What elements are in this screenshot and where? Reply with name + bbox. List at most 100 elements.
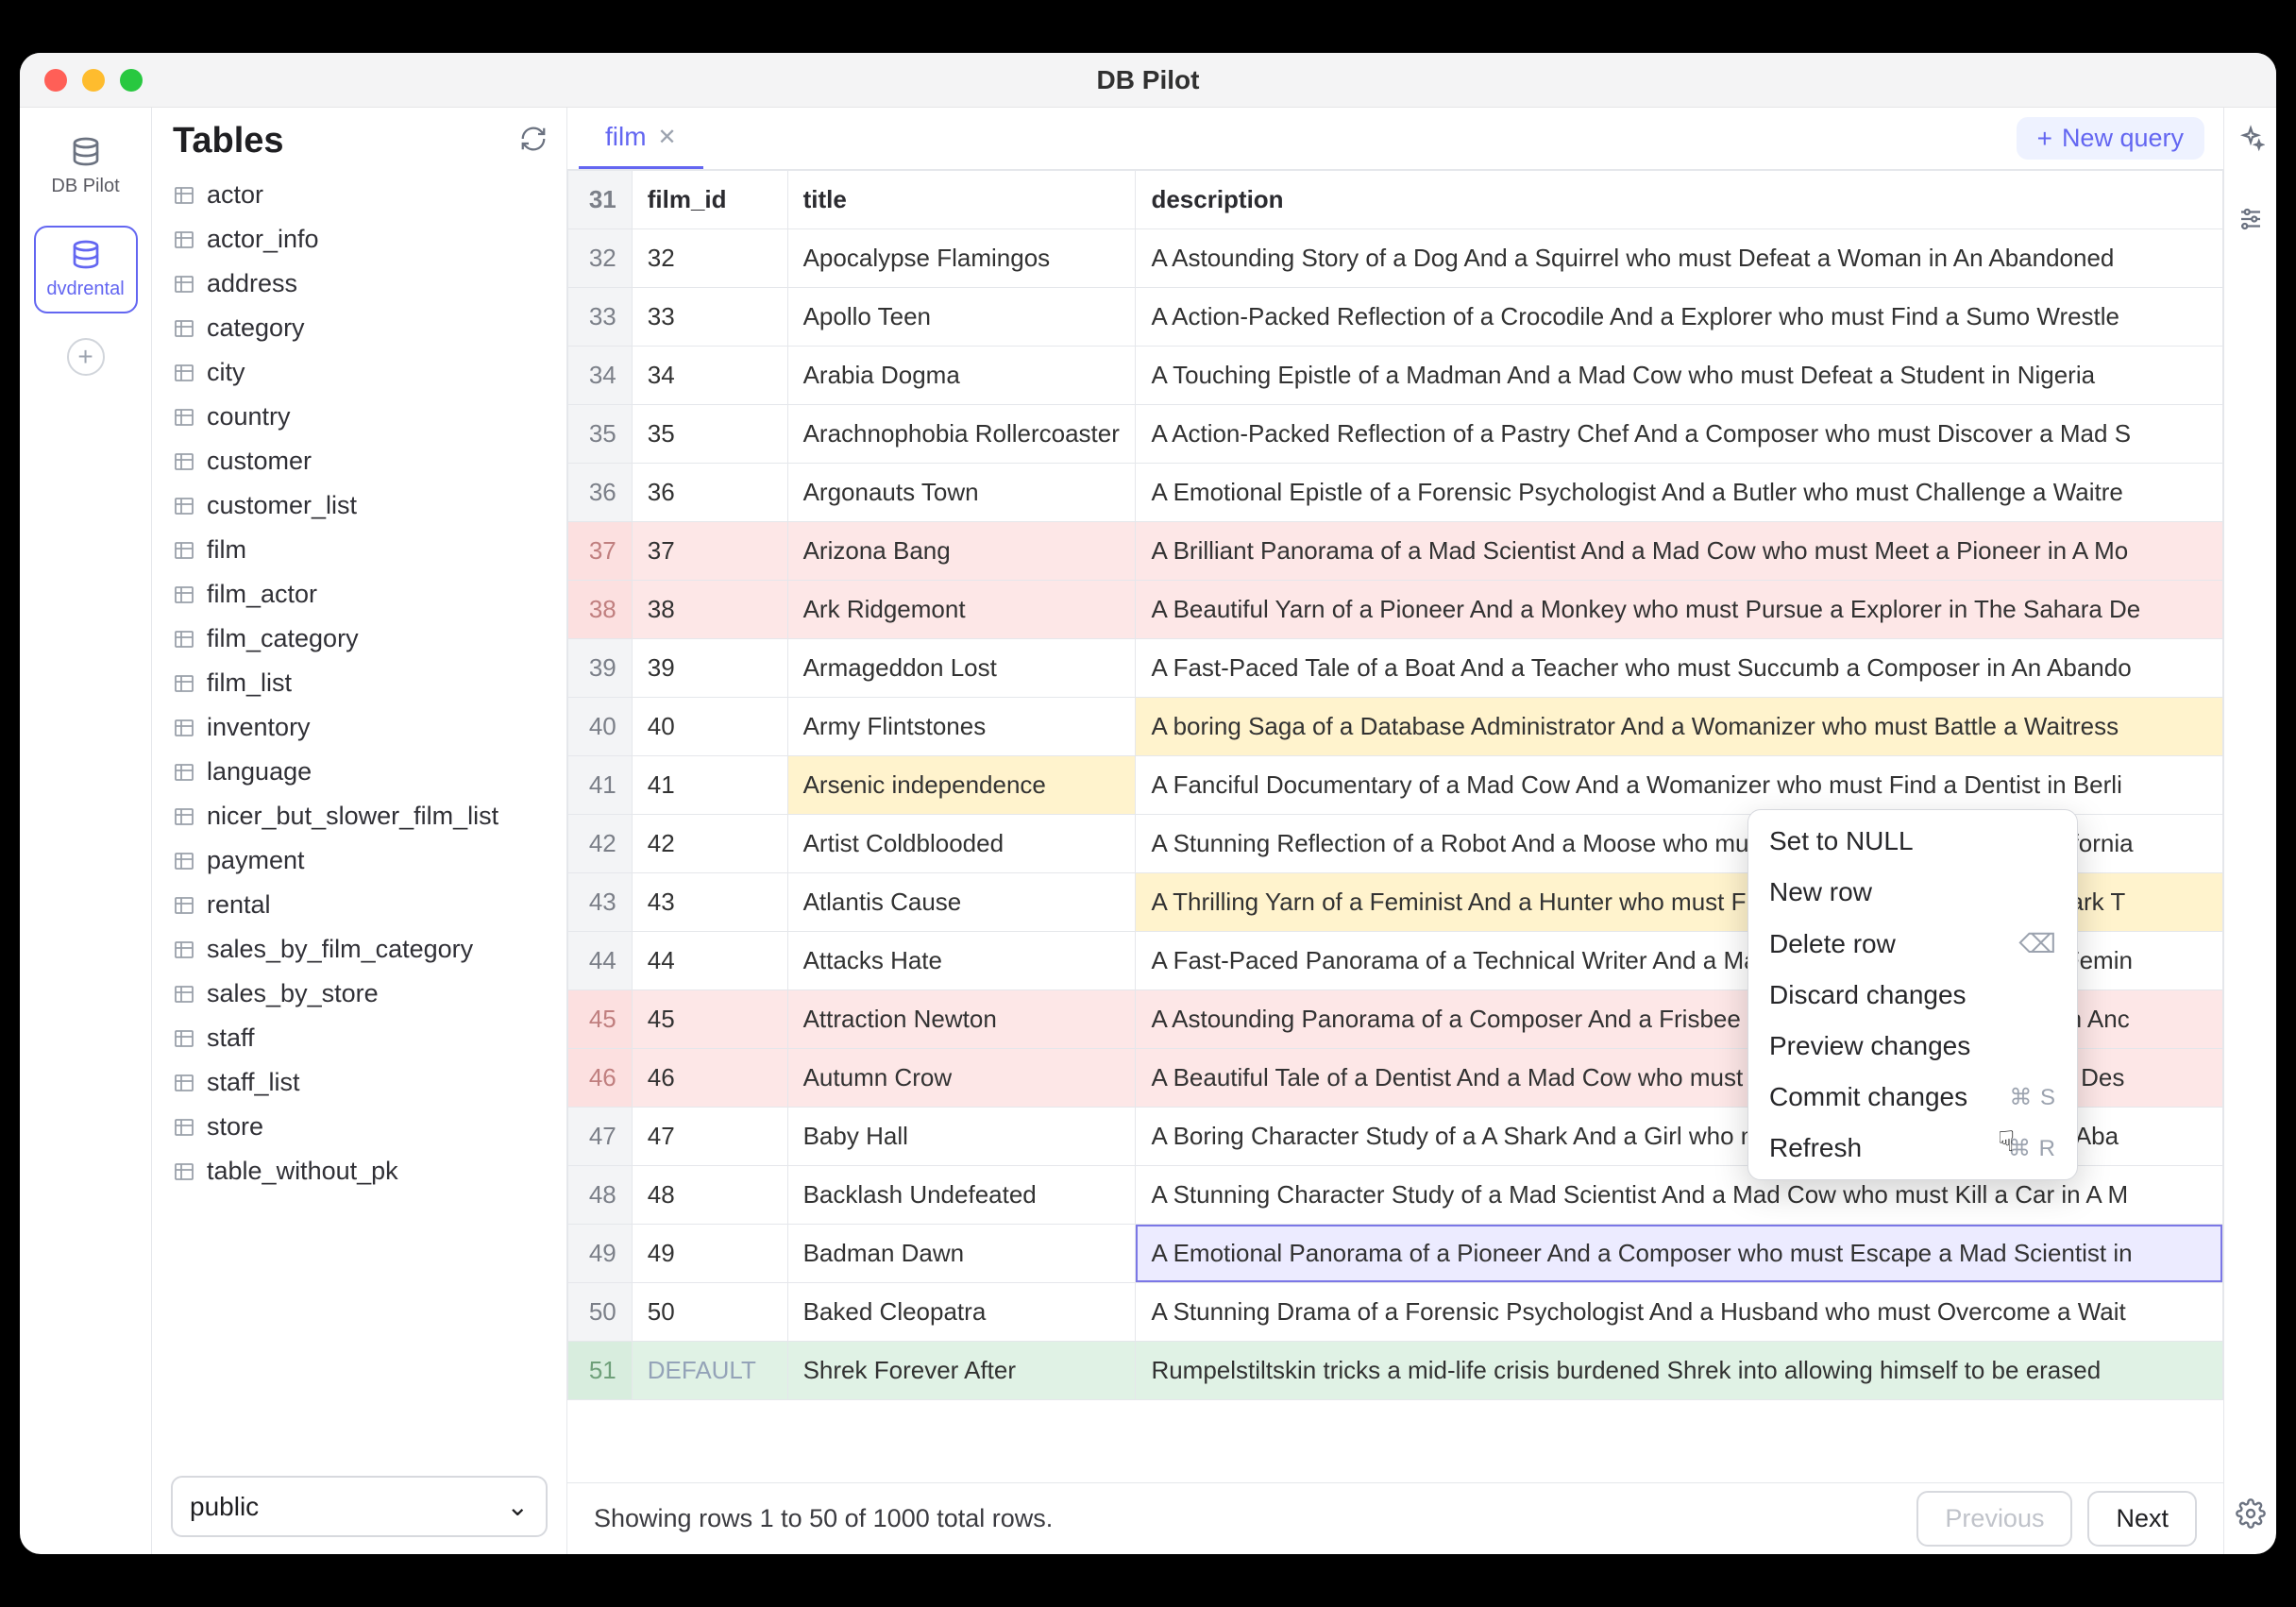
header-title[interactable]: title xyxy=(787,171,1136,229)
cell-description[interactable]: A Fast-Paced Tale of a Boat And a Teache… xyxy=(1136,639,2223,698)
table-item-customer[interactable]: customer xyxy=(152,439,566,483)
cell-description[interactable]: A Astounding Story of a Dog And a Squirr… xyxy=(1136,229,2223,288)
table-row[interactable]: 51DEFAULTShrek Forever AfterRumpelstilts… xyxy=(568,1342,2223,1400)
header-description[interactable]: description xyxy=(1136,171,2223,229)
table-row[interactable]: 4141Arsenic independenceA Fanciful Docum… xyxy=(568,756,2223,815)
cell-film-id[interactable]: DEFAULT xyxy=(632,1342,787,1400)
cell-title[interactable]: Arabia Dogma xyxy=(787,347,1136,405)
cell-description[interactable]: A Brilliant Panorama of a Mad Scientist … xyxy=(1136,522,2223,581)
next-button[interactable]: Next xyxy=(2087,1491,2197,1547)
rail-add-button[interactable]: + xyxy=(67,338,105,376)
table-item-film_category[interactable]: film_category xyxy=(152,617,566,661)
rail-app-button[interactable]: DB Pilot xyxy=(34,125,138,209)
table-item-address[interactable]: address xyxy=(152,262,566,306)
cell-film-id[interactable]: 33 xyxy=(632,288,787,347)
table-item-payment[interactable]: payment xyxy=(152,838,566,883)
cell-title[interactable]: Argonauts Town xyxy=(787,464,1136,522)
table-item-table_without_pk[interactable]: table_without_pk xyxy=(152,1149,566,1193)
cell-film-id[interactable]: 48 xyxy=(632,1166,787,1225)
table-row[interactable]: 3737Arizona BangA Brilliant Panorama of … xyxy=(568,522,2223,581)
table-item-customer_list[interactable]: customer_list xyxy=(152,483,566,528)
rail-db-button[interactable]: dvdrental xyxy=(34,226,138,313)
tab-film[interactable]: film ✕ xyxy=(579,108,703,169)
table-item-actor_info[interactable]: actor_info xyxy=(152,217,566,262)
cell-film-id[interactable]: 37 xyxy=(632,522,787,581)
cell-film-id[interactable]: 35 xyxy=(632,405,787,464)
cell-title[interactable]: Baby Hall xyxy=(787,1108,1136,1166)
ctx-new-row[interactable]: New row xyxy=(1748,867,2077,918)
table-item-sales_by_film_category[interactable]: sales_by_film_category xyxy=(152,927,566,972)
ctx-commit[interactable]: Commit changes ⌘ S xyxy=(1748,1072,2077,1123)
cell-film-id[interactable]: 47 xyxy=(632,1108,787,1166)
cell-title[interactable]: Apocalypse Flamingos xyxy=(787,229,1136,288)
table-item-film_list[interactable]: film_list xyxy=(152,661,566,705)
table-row[interactable]: 3939Armageddon LostA Fast-Paced Tale of … xyxy=(568,639,2223,698)
cell-description[interactable]: Rumpelstiltskin tricks a mid-life crisis… xyxy=(1136,1342,2223,1400)
table-item-city[interactable]: city xyxy=(152,350,566,395)
cell-film-id[interactable]: 46 xyxy=(632,1049,787,1108)
cell-title[interactable]: Badman Dawn xyxy=(787,1225,1136,1283)
table-row[interactable]: 4949Badman DawnA Emotional Panorama of a… xyxy=(568,1225,2223,1283)
table-item-language[interactable]: language xyxy=(152,750,566,794)
table-item-store[interactable]: store xyxy=(152,1105,566,1149)
table-item-staff[interactable]: staff xyxy=(152,1016,566,1060)
cell-title[interactable]: Armageddon Lost xyxy=(787,639,1136,698)
cell-title[interactable]: Apollo Teen xyxy=(787,288,1136,347)
cell-description[interactable]: A Touching Epistle of a Madman And a Mad… xyxy=(1136,347,2223,405)
table-row[interactable]: 3333Apollo TeenA Action-Packed Reflectio… xyxy=(568,288,2223,347)
previous-button[interactable]: Previous xyxy=(1916,1491,2072,1547)
cell-title[interactable]: Army Flintstones xyxy=(787,698,1136,756)
cell-description[interactable]: A Action-Packed Reflection of a Crocodil… xyxy=(1136,288,2223,347)
cell-description[interactable]: A Beautiful Yarn of a Pioneer And a Monk… xyxy=(1136,581,2223,639)
cell-title[interactable]: Autumn Crow xyxy=(787,1049,1136,1108)
cell-description[interactable]: A Emotional Epistle of a Forensic Psycho… xyxy=(1136,464,2223,522)
table-row[interactable]: 3434Arabia DogmaA Touching Epistle of a … xyxy=(568,347,2223,405)
table-item-actor[interactable]: actor xyxy=(152,173,566,217)
table-row[interactable]: 3838Ark RidgemontA Beautiful Yarn of a P… xyxy=(568,581,2223,639)
refresh-tables-button[interactable] xyxy=(519,125,548,158)
table-row[interactable]: 5050Baked CleopatraA Stunning Drama of a… xyxy=(568,1283,2223,1342)
table-item-rental[interactable]: rental xyxy=(152,883,566,927)
cell-film-id[interactable]: 32 xyxy=(632,229,787,288)
ctx-delete-row[interactable]: Delete row ⌫ xyxy=(1748,918,2077,970)
table-row[interactable]: 3232Apocalypse FlamingosA Astounding Sto… xyxy=(568,229,2223,288)
cell-title[interactable]: Arizona Bang xyxy=(787,522,1136,581)
table-item-film[interactable]: film xyxy=(152,528,566,572)
cell-title[interactable]: Artist Coldblooded xyxy=(787,815,1136,873)
ctx-preview[interactable]: Preview changes xyxy=(1748,1021,2077,1072)
cell-title[interactable]: Shrek Forever After xyxy=(787,1342,1136,1400)
table-row[interactable]: 4040Army FlintstonesA boring Saga of a D… xyxy=(568,698,2223,756)
cell-film-id[interactable]: 36 xyxy=(632,464,787,522)
cell-description[interactable]: A Action-Packed Reflection of a Pastry C… xyxy=(1136,405,2223,464)
cell-film-id[interactable]: 39 xyxy=(632,639,787,698)
table-row[interactable]: 3535Arachnophobia RollercoasterA Action-… xyxy=(568,405,2223,464)
table-item-inventory[interactable]: inventory xyxy=(152,705,566,750)
schema-select[interactable]: public ⌄ xyxy=(171,1476,548,1537)
cell-title[interactable]: Arsenic independence xyxy=(787,756,1136,815)
cell-film-id[interactable]: 42 xyxy=(632,815,787,873)
table-item-staff_list[interactable]: staff_list xyxy=(152,1060,566,1105)
cell-film-id[interactable]: 43 xyxy=(632,873,787,932)
cell-film-id[interactable]: 49 xyxy=(632,1225,787,1283)
cell-description[interactable]: A Stunning Drama of a Forensic Psycholog… xyxy=(1136,1283,2223,1342)
table-item-sales_by_store[interactable]: sales_by_store xyxy=(152,972,566,1016)
cell-title[interactable]: Baked Cleopatra xyxy=(787,1283,1136,1342)
cell-film-id[interactable]: 41 xyxy=(632,756,787,815)
ai-sparkle-button[interactable] xyxy=(2237,125,2265,158)
cell-film-id[interactable]: 40 xyxy=(632,698,787,756)
settings-button[interactable] xyxy=(2236,1498,2266,1533)
tab-close-button[interactable]: ✕ xyxy=(658,124,677,151)
ctx-discard[interactable]: Discard changes xyxy=(1748,970,2077,1021)
table-item-category[interactable]: category xyxy=(152,306,566,350)
ctx-refresh[interactable]: Refresh ⌘ R xyxy=(1748,1123,2077,1174)
filter-button[interactable] xyxy=(2237,205,2265,238)
table-item-nicer_but_slower_film_list[interactable]: nicer_but_slower_film_list xyxy=(152,794,566,838)
cell-film-id[interactable]: 34 xyxy=(632,347,787,405)
new-query-button[interactable]: + New query xyxy=(2017,117,2204,160)
cell-description[interactable]: A Emotional Panorama of a Pioneer And a … xyxy=(1136,1225,2223,1283)
cell-description[interactable]: A Fanciful Documentary of a Mad Cow And … xyxy=(1136,756,2223,815)
cell-title[interactable]: Backlash Undefeated xyxy=(787,1166,1136,1225)
cell-title[interactable]: Atlantis Cause xyxy=(787,873,1136,932)
cell-film-id[interactable]: 38 xyxy=(632,581,787,639)
table-item-country[interactable]: country xyxy=(152,395,566,439)
